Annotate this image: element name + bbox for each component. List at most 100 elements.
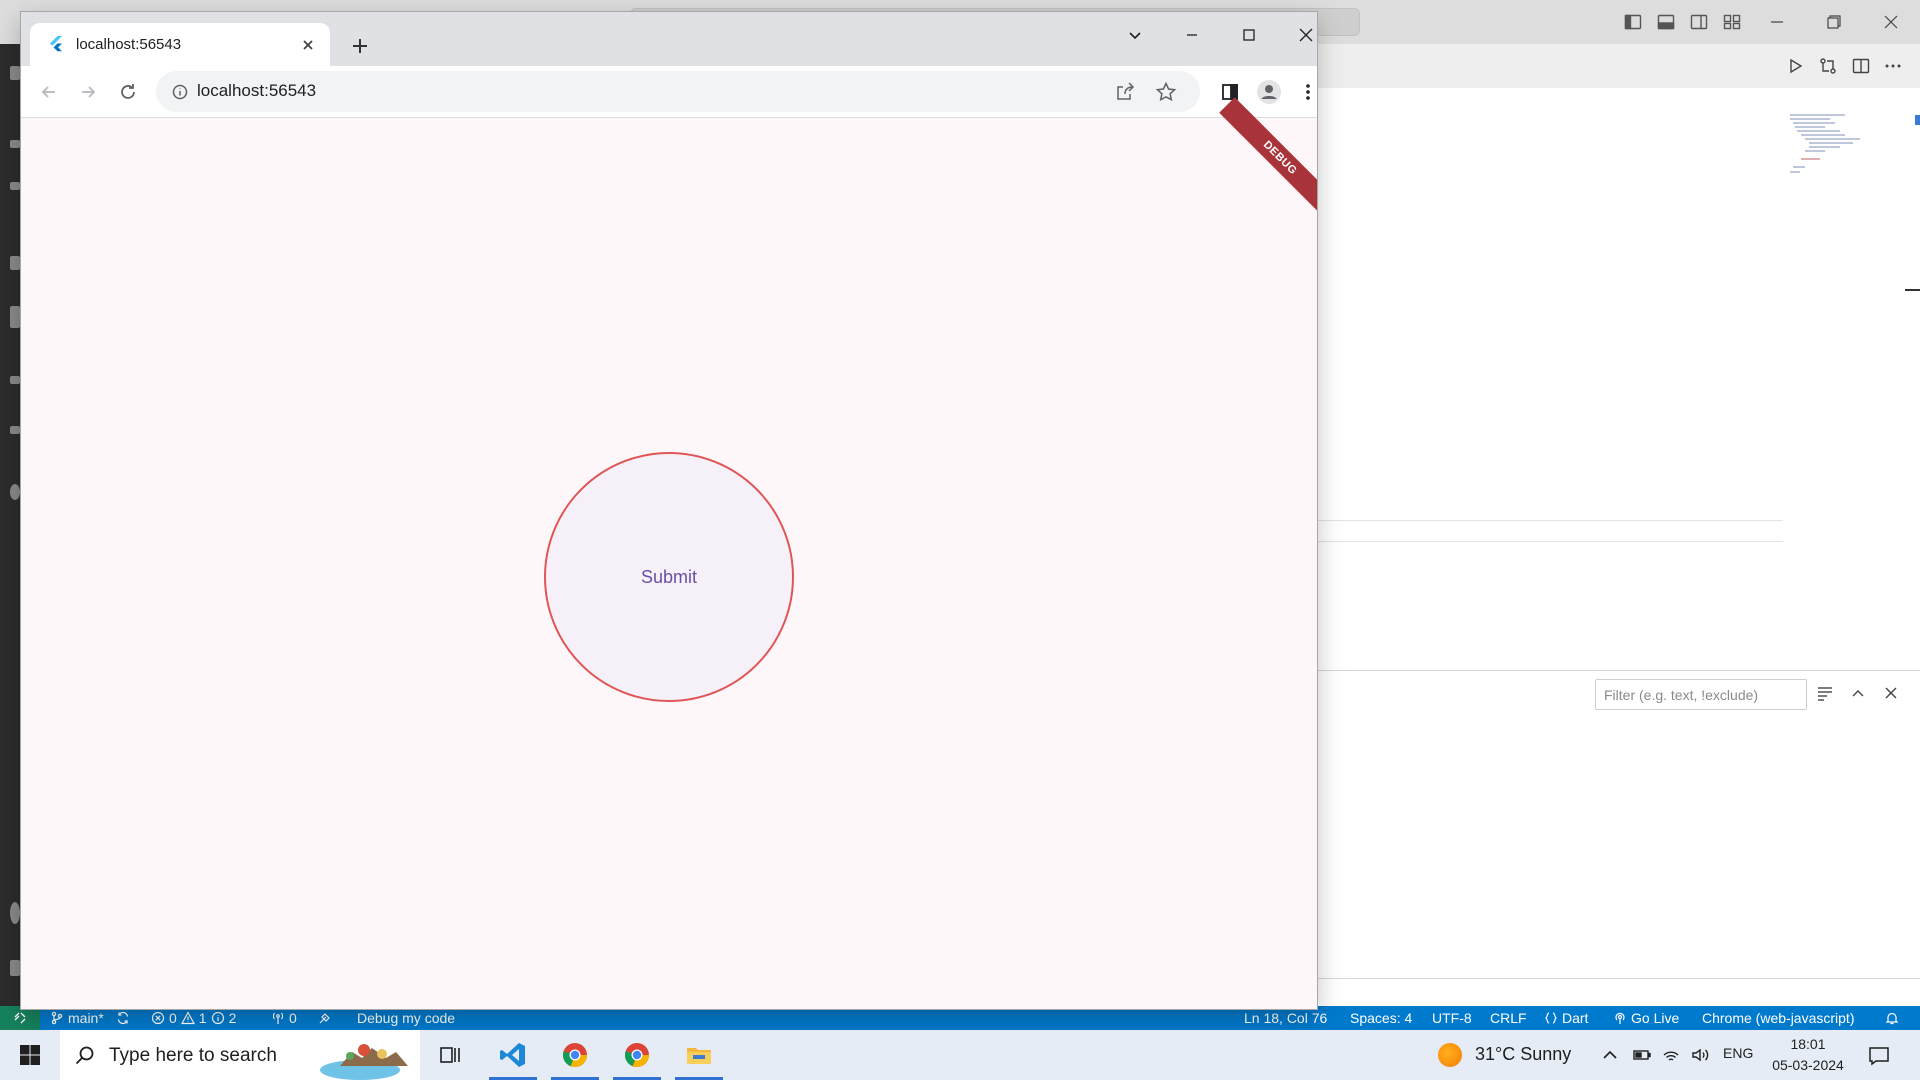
- go-live-button[interactable]: Go Live: [1613, 1006, 1679, 1030]
- profile-avatar-icon[interactable]: [1256, 79, 1282, 105]
- device-selector[interactable]: Chrome (web-javascript): [1702, 1006, 1854, 1030]
- vscode-icon: [500, 1043, 525, 1067]
- source-control-icon[interactable]: [10, 182, 20, 190]
- chrome-taskbar-app[interactable]: [547, 1030, 603, 1080]
- weather-text[interactable]: 31°C Sunny: [1475, 1044, 1571, 1065]
- problems-status[interactable]: 0 1 2: [151, 1006, 236, 1030]
- input-language[interactable]: ENG: [1723, 1045, 1753, 1061]
- taskbar-clock[interactable]: 18:01 05-03-2024: [1768, 1034, 1848, 1076]
- cursor-position[interactable]: Ln 18, Col 76: [1244, 1006, 1327, 1030]
- minimap-scroll-indicator: [1915, 115, 1920, 125]
- debug-console-panel: [1318, 670, 1920, 980]
- panel-divider: [1318, 978, 1920, 979]
- wifi-icon[interactable]: [1661, 1045, 1681, 1065]
- new-tab-icon[interactable]: [346, 32, 374, 60]
- show-hidden-icons-icon[interactable]: [1600, 1045, 1620, 1065]
- minimap[interactable]: [1785, 112, 1905, 182]
- notifications-status[interactable]: [1885, 1006, 1899, 1030]
- accounts-icon[interactable]: [10, 902, 20, 924]
- antenna-icon: [271, 1011, 285, 1025]
- language-mode[interactable]: Dart: [1544, 1006, 1588, 1030]
- chrome-taskbar-app-2[interactable]: [609, 1030, 665, 1080]
- git-branch-status[interactable]: main*: [50, 1006, 104, 1030]
- chrome-window: localhost:56543 localhost:56543 DEBUG Su…: [21, 12, 1317, 1009]
- maximize-icon[interactable]: [1229, 20, 1269, 50]
- flutter-favicon-icon: [47, 35, 65, 53]
- tab-close-icon[interactable]: [298, 35, 318, 55]
- close-panel-icon[interactable]: [1881, 683, 1901, 703]
- editor-rule: [1318, 541, 1783, 542]
- remote-explorer-icon[interactable]: [10, 426, 20, 434]
- close-window-icon[interactable]: [1286, 20, 1317, 50]
- url-text[interactable]: localhost:56543: [197, 81, 316, 101]
- run-icon[interactable]: [1785, 56, 1805, 76]
- word-wrap-icon[interactable]: [1815, 683, 1835, 703]
- editor-tab-bar: [1318, 44, 1920, 88]
- ports-status[interactable]: 0: [271, 1006, 297, 1030]
- browser-toolbar: localhost:56543: [21, 66, 1317, 118]
- tab-strip: localhost:56543: [21, 12, 1317, 66]
- encoding-status[interactable]: UTF-8: [1432, 1006, 1472, 1030]
- start-button[interactable]: [0, 1030, 60, 1080]
- git-branch-icon: [50, 1011, 64, 1025]
- clock-date: 05-03-2024: [1772, 1057, 1844, 1073]
- search-placeholder: Type here to search: [109, 1045, 277, 1066]
- chrome-menu-icon[interactable]: [1295, 79, 1317, 105]
- task-view-button[interactable]: [422, 1030, 478, 1080]
- braces-icon: [1544, 1011, 1558, 1025]
- vscode-minimize-icon[interactable]: [1765, 10, 1789, 34]
- maximize-panel-icon[interactable]: [1848, 683, 1868, 703]
- manage-gear-icon[interactable]: [10, 960, 20, 976]
- back-icon[interactable]: [36, 79, 62, 105]
- search-highlight-illustration: [320, 1036, 420, 1080]
- indentation-status[interactable]: Spaces: 4: [1350, 1006, 1412, 1030]
- search-icon[interactable]: [10, 140, 20, 148]
- browser-tab[interactable]: localhost:56543: [30, 23, 330, 66]
- address-bar[interactable]: localhost:56543: [156, 71, 1200, 112]
- filter-input[interactable]: Filter (e.g. text, !exclude): [1595, 679, 1807, 710]
- weather-sun-icon[interactable]: [1438, 1043, 1462, 1067]
- more-actions-icon[interactable]: [1883, 56, 1903, 76]
- vscode-restore-icon[interactable]: [1822, 10, 1846, 34]
- toggle-primary-sidebar-icon[interactable]: [1624, 13, 1642, 31]
- warning-count: 1: [198, 1010, 207, 1026]
- sync-icon: [116, 1011, 130, 1025]
- share-icon[interactable]: [1114, 81, 1136, 103]
- search-icon: [74, 1044, 96, 1066]
- chrome-icon: [625, 1043, 650, 1068]
- reload-icon[interactable]: [115, 79, 141, 105]
- eol-status[interactable]: CRLF: [1490, 1006, 1527, 1030]
- remote-indicator[interactable]: [0, 1006, 40, 1030]
- flutter-icon[interactable]: [10, 484, 20, 500]
- error-count: 0: [169, 1010, 177, 1026]
- taskbar-search-box[interactable]: Type here to search: [60, 1030, 420, 1080]
- split-editor-icon[interactable]: [1851, 56, 1871, 76]
- info-count: 2: [228, 1010, 237, 1026]
- notification-center-icon[interactable]: [1867, 1044, 1891, 1068]
- debug-config-label[interactable]: Debug my code: [357, 1006, 455, 1030]
- battery-icon[interactable]: [1632, 1045, 1652, 1065]
- testing-icon[interactable]: [10, 376, 20, 384]
- customize-layout-icon[interactable]: [1723, 13, 1741, 31]
- extensions-icon[interactable]: [10, 306, 20, 328]
- toggle-panel-icon[interactable]: [1657, 13, 1675, 31]
- bookmark-star-icon[interactable]: [1155, 81, 1177, 103]
- sync-status[interactable]: [116, 1006, 130, 1030]
- submit-button[interactable]: Submit: [544, 452, 794, 702]
- run-debug-icon[interactable]: [10, 256, 20, 270]
- file-explorer-taskbar-app[interactable]: [671, 1030, 727, 1080]
- tab-search-icon[interactable]: [1115, 20, 1155, 50]
- compare-changes-icon[interactable]: [1818, 56, 1838, 76]
- scrollbar-marker: [1905, 289, 1920, 291]
- vscode-taskbar-app[interactable]: [485, 1030, 541, 1080]
- explorer-icon[interactable]: [10, 66, 20, 80]
- site-info-icon[interactable]: [171, 83, 189, 101]
- forward-icon[interactable]: [75, 79, 101, 105]
- volume-icon[interactable]: [1690, 1045, 1710, 1065]
- error-icon: [151, 1011, 165, 1025]
- debug-config-status[interactable]: [318, 1006, 332, 1030]
- vscode-close-icon[interactable]: [1879, 10, 1903, 34]
- toggle-secondary-sidebar-icon[interactable]: [1690, 13, 1708, 31]
- minimize-icon[interactable]: [1172, 20, 1212, 50]
- chrome-icon: [563, 1043, 588, 1068]
